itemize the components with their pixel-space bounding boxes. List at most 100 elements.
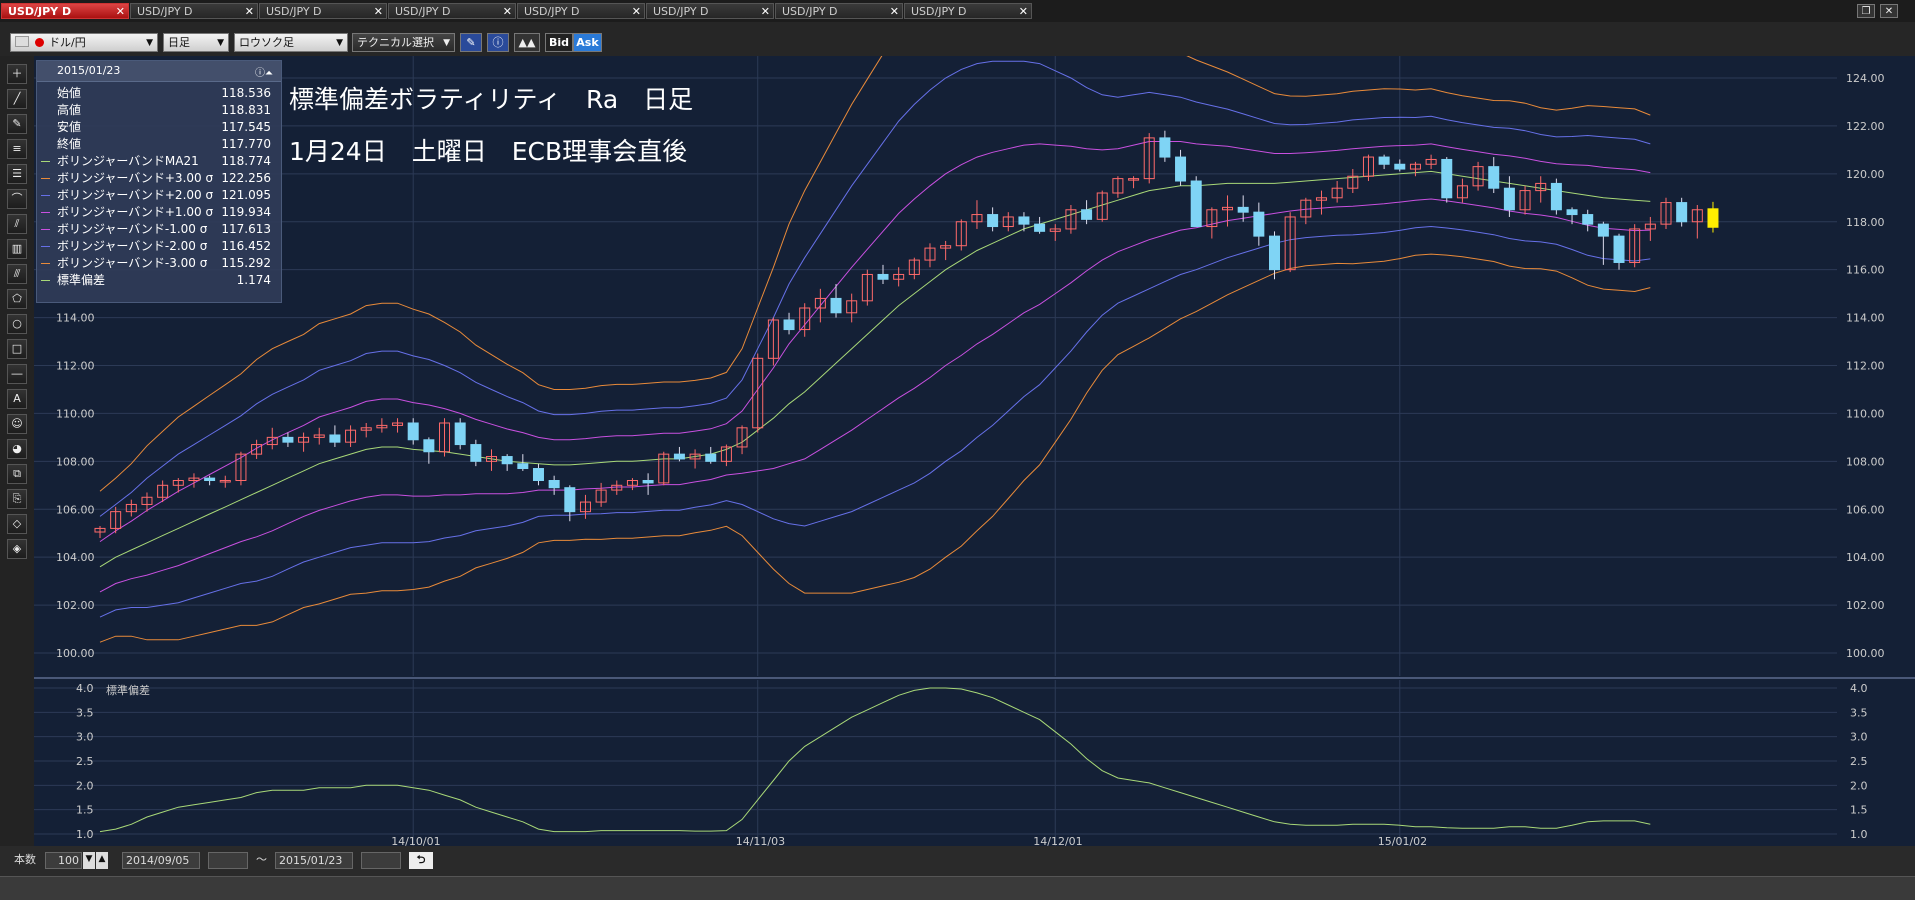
info-label: ボリンジャーバンド+3.00 σ (57, 171, 214, 185)
volume-chart-icon[interactable]: ▲▲ (514, 33, 540, 52)
sigma-tick-label-left: 1.0 (76, 828, 94, 841)
info-value: 117.545 (221, 120, 271, 134)
info-label: ボリンジャーバンド-2.00 σ (57, 239, 208, 253)
currency-pair-select[interactable]: ドル/円 ▼ (10, 33, 158, 52)
tab-8[interactable]: USD/JPY D ✕ (904, 3, 1032, 19)
emoji-icon[interactable]: ☺ (7, 414, 27, 434)
candle-body (987, 214, 999, 228)
copy-icon[interactable]: ⧉ (7, 464, 27, 484)
tab-7[interactable]: USD/JPY D ✕ (775, 3, 903, 19)
close-window-button[interactable]: ✕ (1880, 4, 1898, 18)
info-row: ボリンジャーバンドMA21 118.774 (37, 153, 281, 170)
horizontal-lines-icon[interactable]: ≡ (7, 139, 27, 159)
arc-icon[interactable]: ⌒ (7, 189, 27, 209)
ask-button[interactable]: Ask (573, 33, 602, 52)
trendline-icon[interactable]: ╱ (7, 89, 27, 109)
count-down-button[interactable]: ▼ (83, 852, 95, 869)
tab-4[interactable]: USD/JPY D ✕ (388, 3, 516, 19)
info-label: ボリンジャーバンド-1.00 σ (57, 222, 208, 236)
pentagon-icon[interactable]: ⬠ (7, 289, 27, 309)
info-value: 116.452 (221, 239, 271, 253)
ohlc-info-panel[interactable]: 2015/01/23 ⓘ⏶ 始値 118.536 高値 118.831 安値 117.54… (36, 60, 282, 303)
horizontal-line-icon[interactable]: ― (7, 364, 27, 384)
text-icon[interactable]: A (7, 389, 27, 409)
close-tab-icon[interactable]: ✕ (116, 4, 125, 20)
close-tab-icon[interactable]: ✕ (374, 4, 383, 20)
price-tick-label: 124.00 (1846, 72, 1885, 85)
close-tab-icon[interactable]: ✕ (632, 4, 641, 20)
candle-body (1081, 209, 1093, 220)
timeframe-select[interactable]: 日足 ▼ (163, 33, 229, 52)
stamp-icon[interactable]: ◕ (7, 439, 27, 459)
close-tab-icon[interactable]: ✕ (1019, 4, 1028, 20)
sigma-tick-label: 2.5 (1850, 755, 1868, 768)
tab-6[interactable]: USD/JPY D ✕ (646, 3, 774, 19)
draw-pen-button[interactable]: ✎ (460, 33, 482, 52)
pencil-icon[interactable]: ✎ (7, 114, 27, 134)
price-tick-label: 108.00 (1846, 455, 1885, 468)
info-label: 終値 (57, 137, 82, 151)
bid-button[interactable]: Bid (545, 33, 573, 52)
info-panel-header: 2015/01/23 ⓘ⏶ (37, 61, 281, 82)
count-input[interactable]: 100 (45, 852, 82, 869)
count-up-button[interactable]: ▲ (96, 852, 108, 869)
candle-body (1707, 208, 1719, 228)
count-value: 100 (58, 854, 79, 867)
info-row: ボリンジャーバンド+3.00 σ 122.256 (37, 170, 281, 187)
circle-icon[interactable]: ○ (7, 314, 27, 334)
close-tab-icon[interactable]: ✕ (245, 4, 254, 20)
sigma-pane-label: 標準偏差 (106, 683, 150, 697)
vertical-lines-icon[interactable]: ▥ (7, 239, 27, 259)
candle-body (1190, 180, 1202, 228)
price-tick-label-left: 102.00 (56, 599, 95, 612)
price-tick-label: 104.00 (1846, 551, 1885, 564)
sigma-tick-label-left: 1.5 (76, 804, 94, 817)
chart-area[interactable]: 100.00 100.00 102.00 102.00 104.00 104.00 106.… (34, 0, 1915, 848)
technical-select[interactable]: テクニカル選択 ▼ (352, 33, 455, 52)
legend-swatch (41, 212, 50, 213)
chart-type-select[interactable]: ロウソク足 ▼ (234, 33, 348, 52)
candlestick-chart[interactable]: 100.00 100.00 102.00 102.00 104.00 104.00 106.… (34, 0, 1915, 848)
info-button[interactable]: ⓘ (487, 33, 509, 52)
to-date-input[interactable]: 2015/01/23 (275, 852, 353, 869)
tab-5[interactable]: USD/JPY D ✕ (517, 3, 645, 19)
fib-fan-icon[interactable]: ⫽ (7, 214, 27, 234)
candle-body (423, 439, 435, 453)
candle-body (1566, 209, 1578, 216)
erase-all-icon[interactable]: ◈ (7, 539, 27, 559)
apply-range-button[interactable]: ⮌ (409, 852, 433, 869)
sigma-tick-label: 4.0 (1850, 682, 1868, 695)
to-time-input[interactable] (361, 852, 401, 869)
annotation-subtitle: 1月24日 土曜日 ECB理事会直後 (289, 137, 688, 166)
candle-body (1597, 223, 1609, 237)
crosshair-icon[interactable]: ＋ (7, 64, 27, 84)
eraser-icon[interactable]: ◇ (7, 514, 27, 534)
close-tab-icon[interactable]: ✕ (761, 4, 770, 20)
candle-body (470, 444, 482, 462)
tab-label: USD/JPY D (395, 5, 451, 18)
from-date-input[interactable]: 2014/09/05 (122, 852, 200, 869)
restore-window-button[interactable]: ❐ (1857, 4, 1875, 18)
candle-body (1676, 202, 1688, 223)
info-row: 終値 117.770 (37, 136, 281, 153)
candle-body (1159, 137, 1171, 158)
parallel-lines-icon[interactable]: ⫻ (7, 264, 27, 284)
rectangle-icon[interactable]: □ (7, 339, 27, 359)
date-tick-label: 15/01/02 (1378, 835, 1427, 846)
tab-3[interactable]: USD/JPY D ✕ (259, 3, 387, 19)
candle-body (282, 436, 294, 443)
info-collapse-icon[interactable]: ⓘ⏶ (255, 64, 273, 84)
tab-1[interactable]: USD/JPY D ✕ (1, 3, 129, 19)
price-tick-label: 118.00 (1846, 216, 1885, 229)
info-date: 2015/01/23 (57, 64, 121, 77)
from-time-input[interactable] (208, 852, 248, 869)
info-label: ボリンジャーバンド+2.00 σ (57, 188, 214, 202)
legend-swatch (41, 263, 50, 264)
paste-icon[interactable]: ⎘ (7, 489, 27, 509)
close-tab-icon[interactable]: ✕ (890, 4, 899, 20)
to-date-value: 2015/01/23 (279, 854, 343, 867)
close-tab-icon[interactable]: ✕ (503, 4, 512, 20)
info-value: 121.095 (221, 188, 271, 202)
tab-2[interactable]: USD/JPY D ✕ (130, 3, 258, 19)
channel-icon[interactable]: ☰ (7, 164, 27, 184)
